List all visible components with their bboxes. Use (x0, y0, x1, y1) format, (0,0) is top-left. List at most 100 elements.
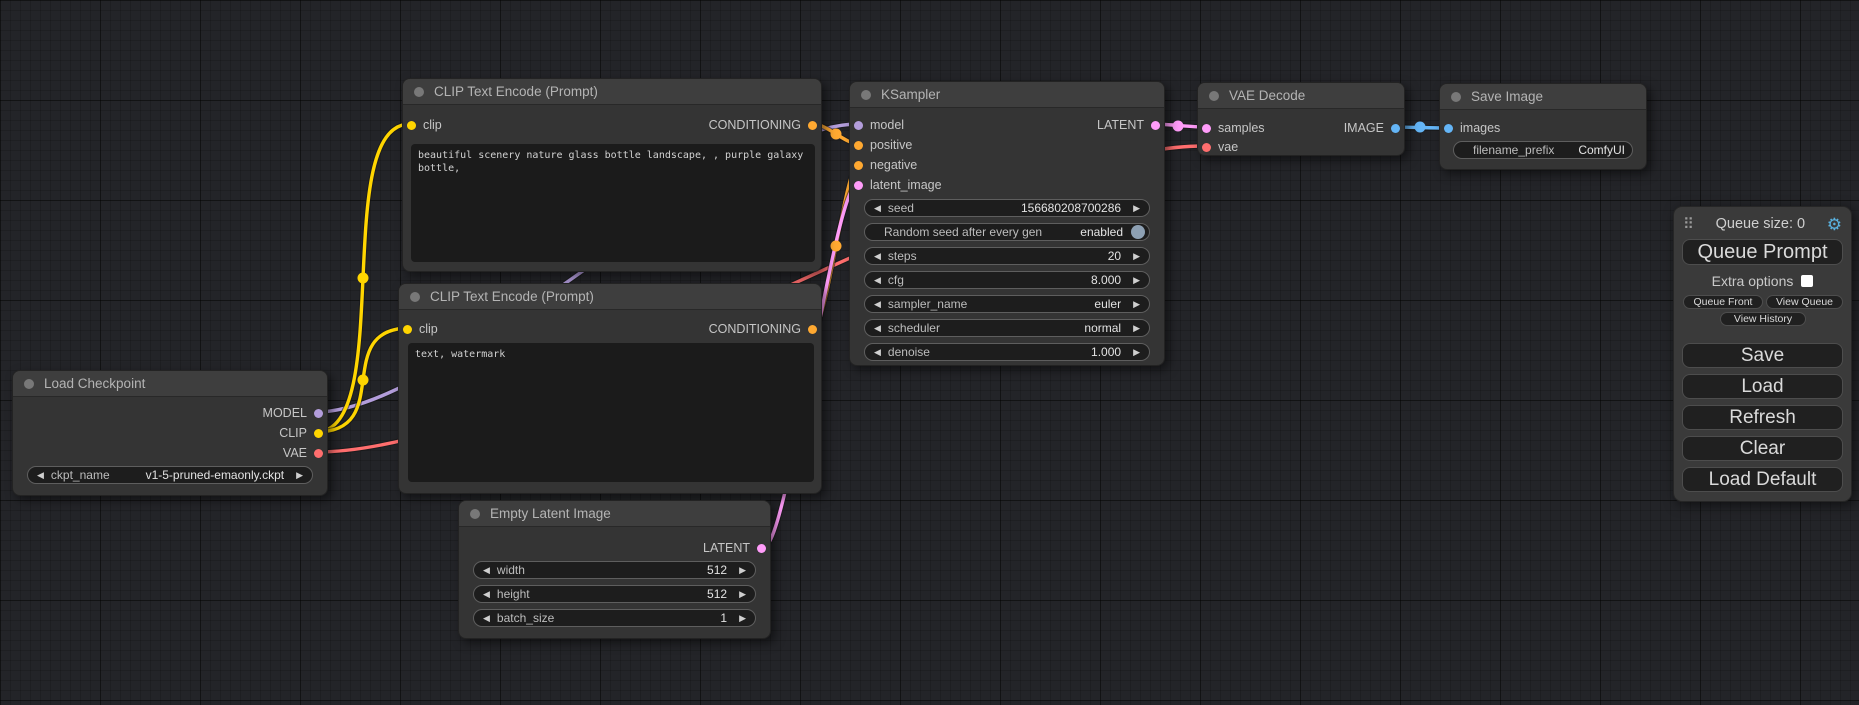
scheduler-widget[interactable]: ◀ scheduler normal ▶ (864, 319, 1150, 337)
steps-widget[interactable]: ◀ steps 20 ▶ (864, 247, 1150, 265)
slot-dot-vae[interactable] (314, 449, 323, 458)
next-value-icon[interactable]: ▶ (1129, 348, 1144, 357)
height-widget[interactable]: ◀ height 512 ▶ (473, 585, 756, 603)
slot-dot-clip[interactable] (403, 325, 412, 334)
negative-prompt-textarea[interactable]: text, watermark (408, 343, 814, 482)
collapse-dot-icon[interactable] (470, 509, 480, 519)
clear-button[interactable]: Clear (1682, 436, 1843, 461)
prev-value-icon[interactable]: ◀ (479, 590, 494, 599)
settings-gear-icon[interactable]: ⚙ (1827, 216, 1842, 233)
next-value-icon[interactable]: ▶ (735, 566, 750, 575)
queue-front-button[interactable]: Queue Front (1683, 295, 1763, 309)
prev-value-icon[interactable]: ◀ (870, 348, 885, 357)
input-slot-vae[interactable]: vae (1202, 137, 1238, 157)
filename-prefix-widget[interactable]: filename_prefix ComfyUI (1453, 141, 1633, 159)
batch-size-widget[interactable]: ◀ batch_size 1 ▶ (473, 609, 756, 627)
extra-options-checkbox[interactable] (1801, 275, 1813, 287)
node-clip-text-encode-negative[interactable]: CLIP Text Encode (Prompt) clip CONDITION… (398, 283, 822, 494)
slot-dot-conditioning[interactable] (854, 161, 863, 170)
input-slot-images[interactable]: images (1444, 118, 1500, 138)
output-slot-latent[interactable]: LATENT (1097, 115, 1160, 135)
node-title-bar[interactable]: Load Checkpoint (13, 371, 327, 397)
slot-dot-conditioning[interactable] (854, 141, 863, 150)
denoise-widget[interactable]: ◀ denoise 1.000 ▶ (864, 343, 1150, 361)
slot-dot-image[interactable] (1444, 124, 1453, 133)
cfg-widget[interactable]: ◀ cfg 8.000 ▶ (864, 271, 1150, 289)
prev-value-icon[interactable]: ◀ (870, 252, 885, 261)
collapse-dot-icon[interactable] (410, 292, 420, 302)
prev-value-icon[interactable]: ◀ (870, 300, 885, 309)
ckpt-name-widget[interactable]: ◀ ckpt_name v1-5-pruned-emaonly.ckpt ▶ (27, 466, 313, 484)
slot-dot-model[interactable] (314, 409, 323, 418)
next-value-icon[interactable]: ▶ (1129, 252, 1144, 261)
node-title-bar[interactable]: VAE Decode (1198, 83, 1404, 109)
node-load-checkpoint[interactable]: Load Checkpoint MODEL CLIP VAE ◀ ckpt_na… (12, 370, 328, 496)
slot-dot-conditioning[interactable] (808, 325, 817, 334)
slot-dot-latent[interactable] (757, 544, 766, 553)
slot-dot-latent[interactable] (1202, 124, 1211, 133)
node-title-bar[interactable]: Empty Latent Image (459, 501, 770, 527)
input-slot-negative[interactable]: negative (854, 155, 917, 175)
node-title-bar[interactable]: KSampler (850, 82, 1164, 108)
node-clip-text-encode-positive[interactable]: CLIP Text Encode (Prompt) clip CONDITION… (402, 78, 822, 272)
prev-value-icon[interactable]: ◀ (479, 566, 494, 575)
width-widget[interactable]: ◀ width 512 ▶ (473, 561, 756, 579)
queue-prompt-button[interactable]: Queue Prompt (1682, 239, 1843, 265)
node-save-image[interactable]: Save Image images filename_prefix ComfyU… (1439, 83, 1647, 170)
node-title-bar[interactable]: Save Image (1440, 84, 1646, 110)
input-slot-latent-image[interactable]: latent_image (854, 175, 942, 195)
next-value-icon[interactable]: ▶ (1129, 276, 1144, 285)
view-history-button[interactable]: View History (1720, 312, 1806, 326)
collapse-dot-icon[interactable] (24, 379, 34, 389)
positive-prompt-textarea[interactable]: beautiful scenery nature glass bottle la… (411, 144, 815, 262)
prev-value-icon[interactable]: ◀ (870, 204, 885, 213)
slot-dot-vae[interactable] (1202, 143, 1211, 152)
output-slot-conditioning[interactable]: CONDITIONING (709, 115, 817, 135)
toggle-circle-icon[interactable] (1131, 225, 1145, 239)
prev-value-icon[interactable]: ◀ (870, 324, 885, 333)
output-slot-model[interactable]: MODEL (263, 403, 323, 423)
prev-value-icon[interactable]: ◀ (479, 614, 494, 623)
next-value-icon[interactable]: ▶ (735, 614, 750, 623)
output-slot-vae[interactable]: VAE (283, 443, 323, 463)
next-value-icon[interactable]: ▶ (735, 590, 750, 599)
sampler-name-widget[interactable]: ◀ sampler_name euler ▶ (864, 295, 1150, 313)
slot-dot-image[interactable] (1391, 124, 1400, 133)
next-value-icon[interactable]: ▶ (1129, 204, 1144, 213)
node-title-bar[interactable]: CLIP Text Encode (Prompt) (399, 284, 821, 310)
slot-dot-latent[interactable] (1151, 121, 1160, 130)
save-button[interactable]: Save (1682, 343, 1843, 368)
output-slot-conditioning[interactable]: CONDITIONING (709, 319, 817, 339)
load-default-button[interactable]: Load Default (1682, 467, 1843, 492)
input-slot-clip[interactable]: clip (403, 319, 438, 339)
node-graph-canvas[interactable]: Load Checkpoint MODEL CLIP VAE ◀ ckpt_na… (0, 0, 1859, 705)
output-slot-image[interactable]: IMAGE (1344, 118, 1400, 138)
collapse-dot-icon[interactable] (1209, 91, 1219, 101)
input-slot-positive[interactable]: positive (854, 135, 912, 155)
collapse-dot-icon[interactable] (414, 87, 424, 97)
slot-dot-clip[interactable] (314, 429, 323, 438)
output-slot-clip[interactable]: CLIP (279, 423, 323, 443)
input-slot-samples[interactable]: samples (1202, 118, 1265, 138)
slot-dot-clip[interactable] (407, 121, 416, 130)
node-vae-decode[interactable]: VAE Decode samples vae IMAGE (1197, 82, 1405, 156)
node-empty-latent-image[interactable]: Empty Latent Image LATENT ◀ width 512 ▶ … (458, 500, 771, 639)
refresh-button[interactable]: Refresh (1682, 405, 1843, 430)
input-slot-model[interactable]: model (854, 115, 904, 135)
view-queue-button[interactable]: View Queue (1766, 295, 1843, 309)
next-value-icon[interactable]: ▶ (1129, 300, 1144, 309)
node-title-bar[interactable]: CLIP Text Encode (Prompt) (403, 79, 821, 105)
slot-dot-model[interactable] (854, 121, 863, 130)
prev-value-icon[interactable]: ◀ (33, 471, 48, 480)
next-value-icon[interactable]: ▶ (292, 471, 307, 480)
slot-dot-conditioning[interactable] (808, 121, 817, 130)
drag-handle-icon[interactable]: ⠿ (1683, 217, 1694, 232)
node-ksampler[interactable]: KSampler model positive negative latent_… (849, 81, 1165, 366)
collapse-dot-icon[interactable] (1451, 92, 1461, 102)
comfy-menu-panel[interactable]: ⠿ Queue size: 0 ⚙ Queue Prompt Extra opt… (1673, 206, 1852, 502)
input-slot-clip[interactable]: clip (407, 115, 442, 135)
load-button[interactable]: Load (1682, 374, 1843, 399)
random-seed-toggle-widget[interactable]: Random seed after every gen enabled (864, 223, 1150, 241)
output-slot-latent[interactable]: LATENT (703, 538, 766, 558)
seed-widget[interactable]: ◀ seed 156680208700286 ▶ (864, 199, 1150, 217)
